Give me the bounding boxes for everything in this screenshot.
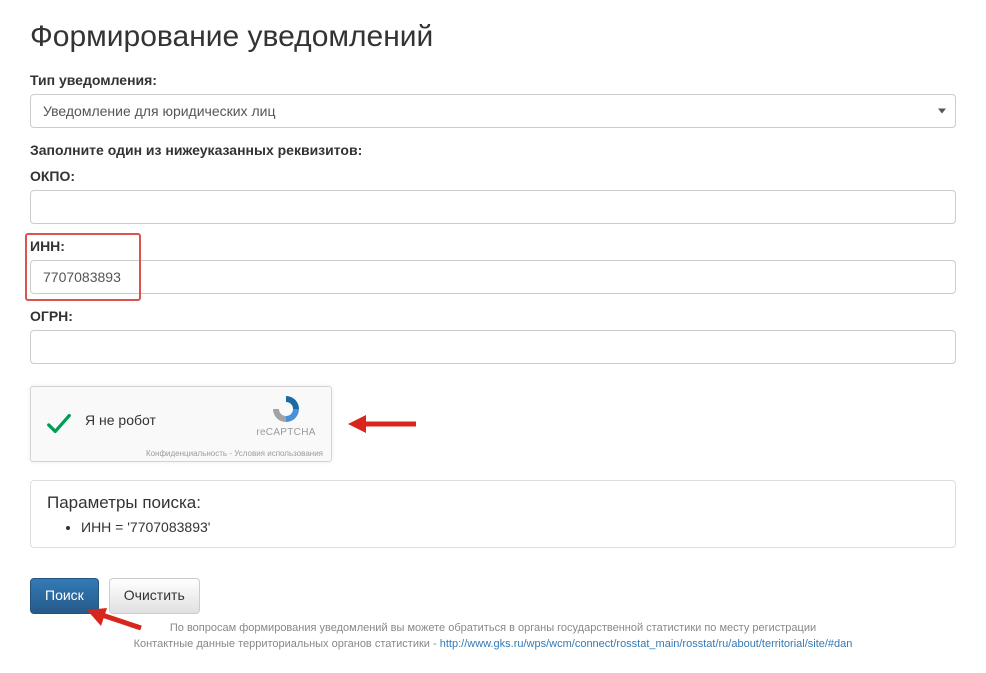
ogrn-input[interactable] [30, 330, 956, 364]
subheader: Заполните один из нижеуказанных реквизит… [30, 142, 956, 158]
annotation-arrow-captcha-icon [348, 410, 418, 438]
recaptcha-logo-icon [270, 393, 302, 425]
search-params-title: Параметры поиска: [47, 493, 939, 513]
page-title: Формирование уведомлений [30, 20, 956, 54]
recaptcha-widget[interactable]: Я не робот reCAPTCHA Конфиденциальность … [30, 386, 332, 462]
search-params-panel: Параметры поиска: ИНН = '7707083893' [30, 480, 956, 548]
recaptcha-brand-text: reCAPTCHA [251, 427, 321, 438]
type-label: Тип уведомления: [30, 72, 956, 88]
inn-input[interactable] [30, 260, 956, 294]
recaptcha-brand-area: reCAPTCHA [251, 393, 321, 438]
search-param-item: ИНН = '7707083893' [81, 519, 939, 535]
inn-label: ИНН: [30, 238, 956, 254]
okpo-input[interactable] [30, 190, 956, 224]
annotation-arrow-search-icon [85, 606, 143, 637]
recaptcha-footer: Конфиденциальность - Условия использован… [146, 449, 323, 458]
okpo-label: ОКПО: [30, 168, 956, 184]
footer-text: По вопросам формирования уведомлений вы … [30, 620, 956, 653]
type-select[interactable]: Уведомление для юридических лиц [30, 94, 956, 128]
recaptcha-label: Я не робот [85, 412, 156, 428]
recaptcha-checkmark-icon [45, 410, 73, 438]
ogrn-label: ОГРН: [30, 308, 956, 324]
footer-link[interactable]: http://www.gks.ru/wps/wcm/connect/rossta… [440, 638, 853, 650]
